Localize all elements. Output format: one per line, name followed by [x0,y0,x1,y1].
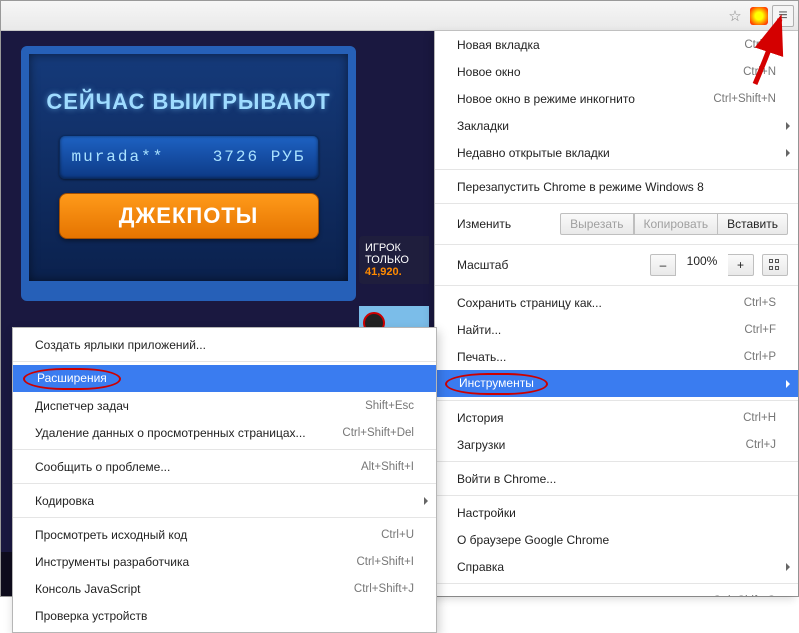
menu-signin[interactable]: Войти в Chrome... [435,465,798,492]
menu-help[interactable]: Справка [435,553,798,580]
annotation-circle: Расширения [23,368,121,390]
menu-zoom-row: Масштаб – 100% + [435,248,798,282]
menu-downloads[interactable]: ЗагрузкиCtrl+J [435,431,798,458]
menu-separator [435,461,798,462]
star-icon[interactable] [724,5,746,27]
menu-find[interactable]: Найти...Ctrl+F [435,316,798,343]
winner-user: murada** [72,148,165,166]
zoom-value: 100% [676,254,728,276]
menu-recent-tabs[interactable]: Недавно открытые вкладки [435,139,798,166]
winners-widget: СЕЙЧАС ВЫИГРЫВАЮТ murada** 3726 РУБ ДЖЕК… [21,46,356,301]
side-amount: 41,920. [365,266,423,278]
paste-button[interactable]: Вставить [718,213,788,235]
menu-bookmarks[interactable]: Закладки [435,112,798,139]
side-promo: ИГРОК ТОЛЬКО 41,920. [359,236,429,284]
submenu-task-manager[interactable]: Диспетчер задачShift+Esc [13,392,436,419]
jackpot-button[interactable]: ДЖЕКПОТЫ [59,193,319,239]
menu-separator [435,203,798,204]
menu-tools[interactable]: Инструменты [435,370,798,397]
submenu-view-source[interactable]: Просмотреть исходный кодCtrl+U [13,521,436,548]
zoom-out-button[interactable]: – [650,254,676,276]
menu-exit[interactable]: ВыходCtrl+Shift+Q [435,587,798,596]
menu-about[interactable]: О браузере Google Chrome [435,526,798,553]
fullscreen-icon [769,259,781,271]
side-line2: ТОЛЬКО [365,254,423,266]
menu-new-tab[interactable]: Новая вкладкаCtrl+T [435,31,798,58]
submenu-clear-browsing-data[interactable]: Удаление данных о просмотренных страница… [13,419,436,446]
chrome-main-menu: Новая вкладкаCtrl+T Новое окноCtrl+N Нов… [434,31,798,596]
annotation-circle: Инструменты [445,373,548,395]
cut-button[interactable]: Вырезать [560,213,633,235]
menu-separator [435,169,798,170]
tools-submenu: Создать ярлыки приложений... Расширения … [12,327,437,633]
menu-new-window[interactable]: Новое окноCtrl+N [435,58,798,85]
hamburger-menu-button[interactable] [772,5,794,27]
menu-print[interactable]: Печать...Ctrl+P [435,343,798,370]
submenu-dev-tools[interactable]: Инструменты разработчикаCtrl+Shift+I [13,548,436,575]
menu-separator [13,483,436,484]
browser-toolbar [1,1,798,31]
edit-label: Изменить [457,217,511,231]
submenu-report-issue[interactable]: Сообщить о проблеме...Alt+Shift+I [13,453,436,480]
menu-relaunch-win8[interactable]: Перезапустить Chrome в режиме Windows 8 [435,173,798,200]
menu-separator [13,449,436,450]
submenu-create-shortcuts[interactable]: Создать ярлыки приложений... [13,331,436,358]
menu-separator [435,583,798,584]
zoom-label: Масштаб [457,258,508,272]
extension-icon[interactable] [750,7,768,25]
menu-separator [435,400,798,401]
submenu-js-console[interactable]: Консоль JavaScriptCtrl+Shift+J [13,575,436,602]
menu-separator [435,244,798,245]
winner-amount: 3726 РУБ [213,148,306,166]
winner-counter: murada** 3726 РУБ [59,135,319,179]
menu-settings[interactable]: Настройки [435,499,798,526]
submenu-inspect-devices[interactable]: Проверка устройств [13,602,436,629]
menu-incognito[interactable]: Новое окно в режиме инкогнитоCtrl+Shift+… [435,85,798,112]
copy-button[interactable]: Копировать [634,213,719,235]
zoom-in-button[interactable]: + [728,254,754,276]
side-line1: ИГРОК [365,242,423,254]
winners-title: СЕЙЧАС ВЫИГРЫВАЮТ [29,89,348,115]
menu-separator [13,361,436,362]
menu-save-as[interactable]: Сохранить страницу как...Ctrl+S [435,289,798,316]
menu-separator [435,285,798,286]
menu-separator [13,517,436,518]
submenu-extensions[interactable]: Расширения [13,365,436,392]
menu-separator [435,495,798,496]
menu-edit-row: Изменить Вырезать Копировать Вставить [435,207,798,241]
menu-history[interactable]: ИсторияCtrl+H [435,404,798,431]
fullscreen-button[interactable] [762,254,788,276]
submenu-encoding[interactable]: Кодировка [13,487,436,514]
